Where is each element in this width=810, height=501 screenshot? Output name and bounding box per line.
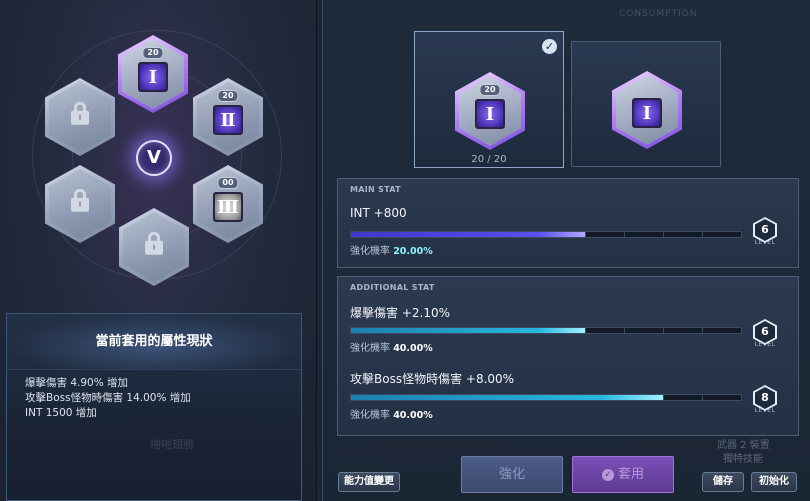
additional-stat-title: ADDITIONAL STAT	[350, 283, 435, 292]
card-core-icon: Ⅰ	[475, 99, 505, 129]
node-level-badge: 20	[217, 90, 239, 102]
background-ghost-text: 啪啪翅膀	[150, 438, 194, 451]
additional-stat-progress-bar	[350, 394, 742, 401]
background-ghost-text: 獨特技能	[723, 454, 763, 465]
lock-icon	[145, 231, 163, 255]
status-line: 攻擊Boss怪物時傷害 14.00% 增加	[25, 392, 191, 404]
rate-value: 40.00%	[393, 343, 433, 354]
level-number: 6	[755, 321, 775, 343]
node-core-icon: Ⅱ	[213, 105, 243, 135]
reset-button[interactable]: 初始化	[751, 472, 797, 492]
rate-value: 40.00%	[393, 410, 433, 421]
card-core-hex: 20 Ⅰ	[455, 72, 525, 150]
additional-stat-box: ADDITIONAL STAT 爆擊傷害 +2.10% 強化機率 40.00% …	[337, 276, 799, 436]
enhance-button[interactable]: 強化	[461, 456, 563, 493]
additional-stat-level: 8 LEVEL	[748, 385, 782, 423]
background-ghost-text: 武器 2 裝置	[717, 440, 770, 451]
core-slot-panel: 20 Ⅰ 20 Ⅱ V 00 Ⅲ 當前套用的屬性現狀 爆擊傷害 4.90% 增加…	[0, 0, 317, 501]
core-card-current[interactable]: ✓ 20 Ⅰ 20 / 20	[414, 31, 564, 168]
additional-stat-rate: 強化機率 40.00%	[350, 339, 433, 354]
main-stat-box: MAIN STAT INT +800 強化機率 20.00% 6 LEVEL	[337, 178, 799, 268]
lock-icon	[71, 188, 89, 212]
additional-stat-level: 6 LEVEL	[748, 319, 782, 357]
background-ghost-text: CONSUMPTION	[619, 9, 698, 19]
rate-value: 20.00%	[393, 246, 433, 257]
additional-stat-name: 爆擊傷害 +2.10%	[350, 306, 450, 320]
check-icon: ✓	[601, 469, 614, 481]
main-stat-level: 6 LEVEL	[748, 217, 782, 255]
progress-fill	[351, 232, 585, 237]
card-count: 20 / 20	[471, 154, 507, 165]
v-core-icon: V	[136, 140, 172, 176]
save-button[interactable]: 儲存	[702, 472, 744, 492]
level-number: 6	[755, 219, 775, 241]
node-core-icon: Ⅲ	[213, 192, 243, 222]
rate-label: 強化機率	[350, 246, 390, 257]
rate-label: 強化機率	[350, 410, 390, 421]
progress-fill	[351, 328, 585, 333]
lock-icon	[71, 101, 89, 125]
progress-fill	[351, 395, 663, 400]
check-icon: ✓	[542, 39, 557, 54]
status-title: 當前套用的屬性現狀	[7, 314, 301, 370]
change-stat-button[interactable]: 能力值變更	[338, 472, 400, 492]
main-stat-name: INT +800	[350, 206, 407, 220]
main-stat-title: MAIN STAT	[350, 185, 401, 194]
card-level-badge: 20	[479, 84, 501, 96]
node-level-badge: 00	[217, 177, 239, 189]
additional-stat-progress-bar	[350, 327, 742, 334]
apply-label: 套用	[617, 467, 644, 482]
node-core-icon: Ⅰ	[138, 62, 168, 92]
level-number: 8	[755, 387, 775, 409]
rate-label: 強化機率	[350, 343, 390, 354]
node-level-badge: 20	[142, 47, 164, 59]
main-stat-rate: 強化機率 20.00%	[350, 242, 433, 257]
card-core-icon: Ⅰ	[632, 98, 662, 128]
status-line: INT 1500 增加	[25, 407, 97, 419]
current-attribute-status: 當前套用的屬性現狀 爆擊傷害 4.90% 增加 攻擊Boss怪物時傷害 14.0…	[6, 313, 302, 501]
card-core-hex: Ⅰ	[612, 71, 682, 149]
additional-stat-name: 攻擊Boss怪物時傷害 +8.00%	[350, 372, 515, 386]
apply-button[interactable]: ✓ 套用	[572, 456, 674, 493]
enhance-panel: CONSUMPTION ✓ 20 Ⅰ 20 / 20 Ⅰ MAIN STAT I…	[322, 0, 810, 501]
core-card-preview[interactable]: Ⅰ	[571, 41, 721, 167]
status-line: 爆擊傷害 4.90% 增加	[25, 377, 129, 389]
additional-stat-rate: 強化機率 40.00%	[350, 406, 433, 421]
main-stat-progress-bar	[350, 231, 742, 238]
